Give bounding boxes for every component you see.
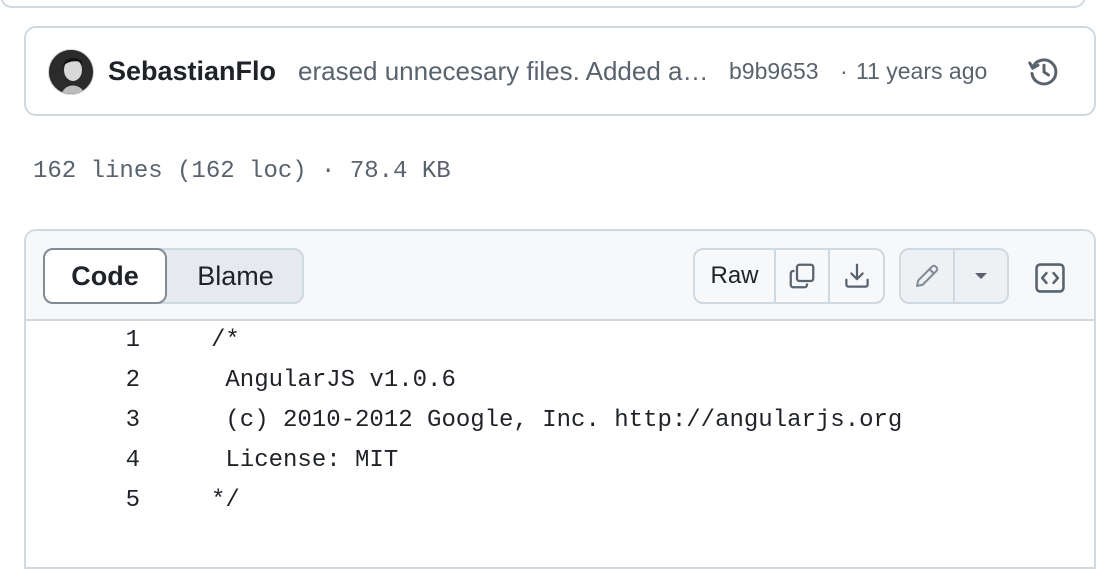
symbols-panel-button[interactable]	[1029, 257, 1071, 299]
history-icon	[1028, 58, 1058, 86]
pencil-icon	[916, 264, 939, 287]
code-line: 4 License: MIT	[26, 441, 1094, 481]
line-content: (c) 2010-2012 Google, Inc. http://angula…	[211, 407, 903, 434]
line-content: AngularJS v1.0.6	[211, 367, 456, 394]
view-mode-toggle: Blame Code	[43, 248, 304, 304]
tab-blame[interactable]: Blame	[167, 250, 304, 302]
user-avatar-icon	[49, 50, 93, 94]
download-icon	[844, 263, 869, 288]
code-square-icon	[1035, 263, 1065, 293]
author-avatar[interactable]	[48, 49, 94, 95]
code-line: 5 */	[26, 481, 1094, 521]
code-line: 2 AngularJS v1.0.6	[26, 361, 1094, 401]
line-number[interactable]: 2	[26, 367, 140, 395]
copy-icon	[789, 263, 815, 289]
edit-actions-group	[899, 248, 1009, 304]
commit-message-link[interactable]: erased unnecesary files. Added angular-r…	[298, 53, 712, 89]
raw-button[interactable]: Raw	[695, 250, 776, 302]
previous-card-edge	[0, 0, 1086, 8]
line-number[interactable]: 3	[26, 407, 140, 435]
download-button[interactable]	[830, 250, 883, 302]
edit-file-button[interactable]	[901, 250, 955, 302]
line-number[interactable]: 1	[26, 327, 140, 355]
code-viewer-panel: Blame Code Raw 1 /* 2 AngularJS v1.0.6 3…	[24, 229, 1096, 569]
file-meta-info: 162 lines (162 loc) · 78.4 KB	[33, 158, 451, 185]
commit-separator: ·	[840, 58, 848, 84]
history-button[interactable]	[1022, 52, 1066, 92]
line-content: */	[211, 487, 240, 514]
commit-author-link[interactable]: SebastianFlo	[108, 53, 276, 89]
tab-code[interactable]: Code	[43, 248, 167, 304]
commit-sha-link[interactable]: b9b9653	[729, 55, 819, 87]
copy-raw-button[interactable]	[776, 250, 830, 302]
line-number[interactable]: 4	[26, 447, 140, 475]
line-number[interactable]: 5	[26, 487, 140, 515]
code-line: 3 (c) 2010-2012 Google, Inc. http://angu…	[26, 401, 1094, 441]
file-actions-group: Raw	[693, 248, 885, 304]
code-viewer-toolbar: Blame Code Raw	[26, 231, 1094, 321]
commit-time: 11 years ago	[856, 58, 988, 84]
line-content: /*	[211, 327, 240, 354]
code-line: 1 /*	[26, 321, 1094, 361]
code-body: 1 /* 2 AngularJS v1.0.6 3 (c) 2010-2012 …	[26, 321, 1094, 521]
triangle-down-icon	[975, 273, 987, 279]
more-edit-options-button[interactable]	[955, 250, 1007, 302]
line-content: License: MIT	[211, 447, 399, 474]
